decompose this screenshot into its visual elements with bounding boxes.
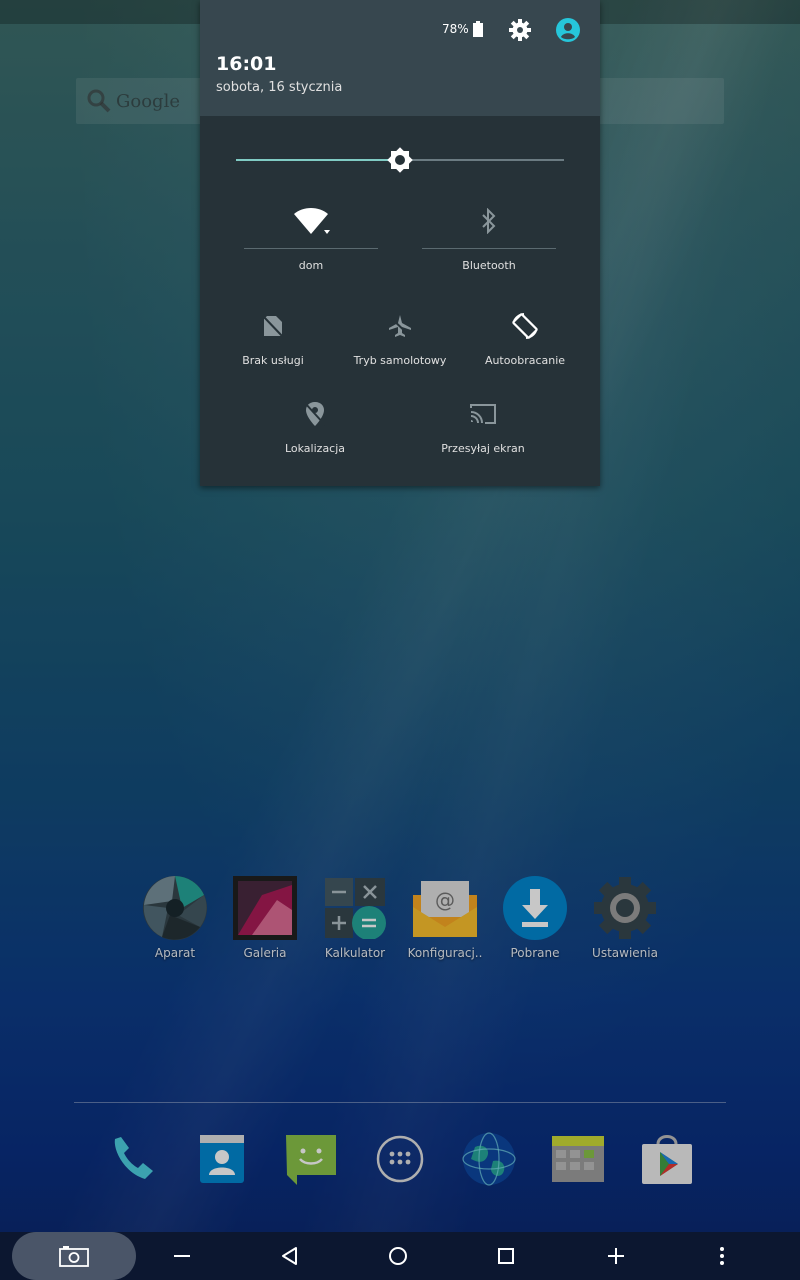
tile-bluetooth[interactable]: [422, 205, 556, 237]
tile-cast-label: Przesyłaj ekran: [441, 442, 525, 455]
rotate-icon: [512, 313, 538, 339]
user-account-icon[interactable]: [555, 17, 581, 43]
tile-divider: [422, 248, 556, 249]
navigation-bar: [0, 1232, 800, 1280]
tile-divider: [244, 248, 378, 249]
tile-cast[interactable]: Przesyłaj ekran: [428, 398, 538, 455]
shade-header: 78% 16:01 sobota, 16 stycznia: [200, 0, 600, 116]
tile-location-label: Lokalizacja: [284, 442, 346, 455]
brightness-fill: [236, 159, 400, 161]
settings-gear-icon[interactable]: [508, 18, 532, 42]
tile-wifi[interactable]: [244, 205, 378, 237]
brightness-thumb-icon[interactable]: [387, 147, 413, 173]
overflow-menu-button[interactable]: [710, 1244, 734, 1268]
cast-icon: [470, 404, 496, 424]
quick-settings-panel: 78% 16:01 sobota, 16 stycznia dom Blueto…: [200, 0, 600, 486]
tile-autorotate-label: Autoobracanie: [484, 354, 566, 367]
plus-icon: [608, 1248, 624, 1264]
location-off-icon: [304, 402, 326, 426]
home-button[interactable]: [386, 1244, 410, 1268]
recents-button[interactable]: [494, 1244, 518, 1268]
back-button[interactable]: [278, 1244, 302, 1268]
tile-bluetooth-label[interactable]: Bluetooth: [422, 259, 556, 272]
volume-down-button[interactable]: [170, 1244, 194, 1268]
tile-location[interactable]: Lokalizacja: [260, 398, 370, 455]
home-icon: [389, 1247, 407, 1265]
recents-icon: [498, 1248, 514, 1264]
tile-autorotate[interactable]: Autoobracanie: [470, 310, 580, 367]
tile-wifi-label[interactable]: dom: [244, 259, 378, 272]
minus-icon: [174, 1255, 190, 1257]
airplane-icon: [388, 315, 412, 338]
back-icon: [282, 1247, 297, 1265]
battery-icon: [473, 21, 483, 37]
no-sim-icon: [262, 315, 284, 338]
more-vert-icon: [720, 1247, 724, 1265]
volume-up-button[interactable]: [604, 1244, 628, 1268]
tile-airplane[interactable]: Tryb samolotowy: [345, 310, 455, 367]
bluetooth-icon: [482, 208, 496, 234]
wifi-icon: [294, 208, 330, 234]
camera-icon: [59, 1246, 89, 1267]
battery-percentage: 78%: [442, 22, 469, 36]
tile-no-service[interactable]: Brak usługi: [218, 310, 328, 367]
screenshot-button[interactable]: [12, 1232, 136, 1280]
clock-date: sobota, 16 stycznia: [216, 80, 343, 95]
tile-no-service-label: Brak usługi: [242, 354, 304, 367]
clock-time: 16:01: [216, 53, 277, 75]
tile-airplane-label: Tryb samolotowy: [353, 354, 447, 367]
